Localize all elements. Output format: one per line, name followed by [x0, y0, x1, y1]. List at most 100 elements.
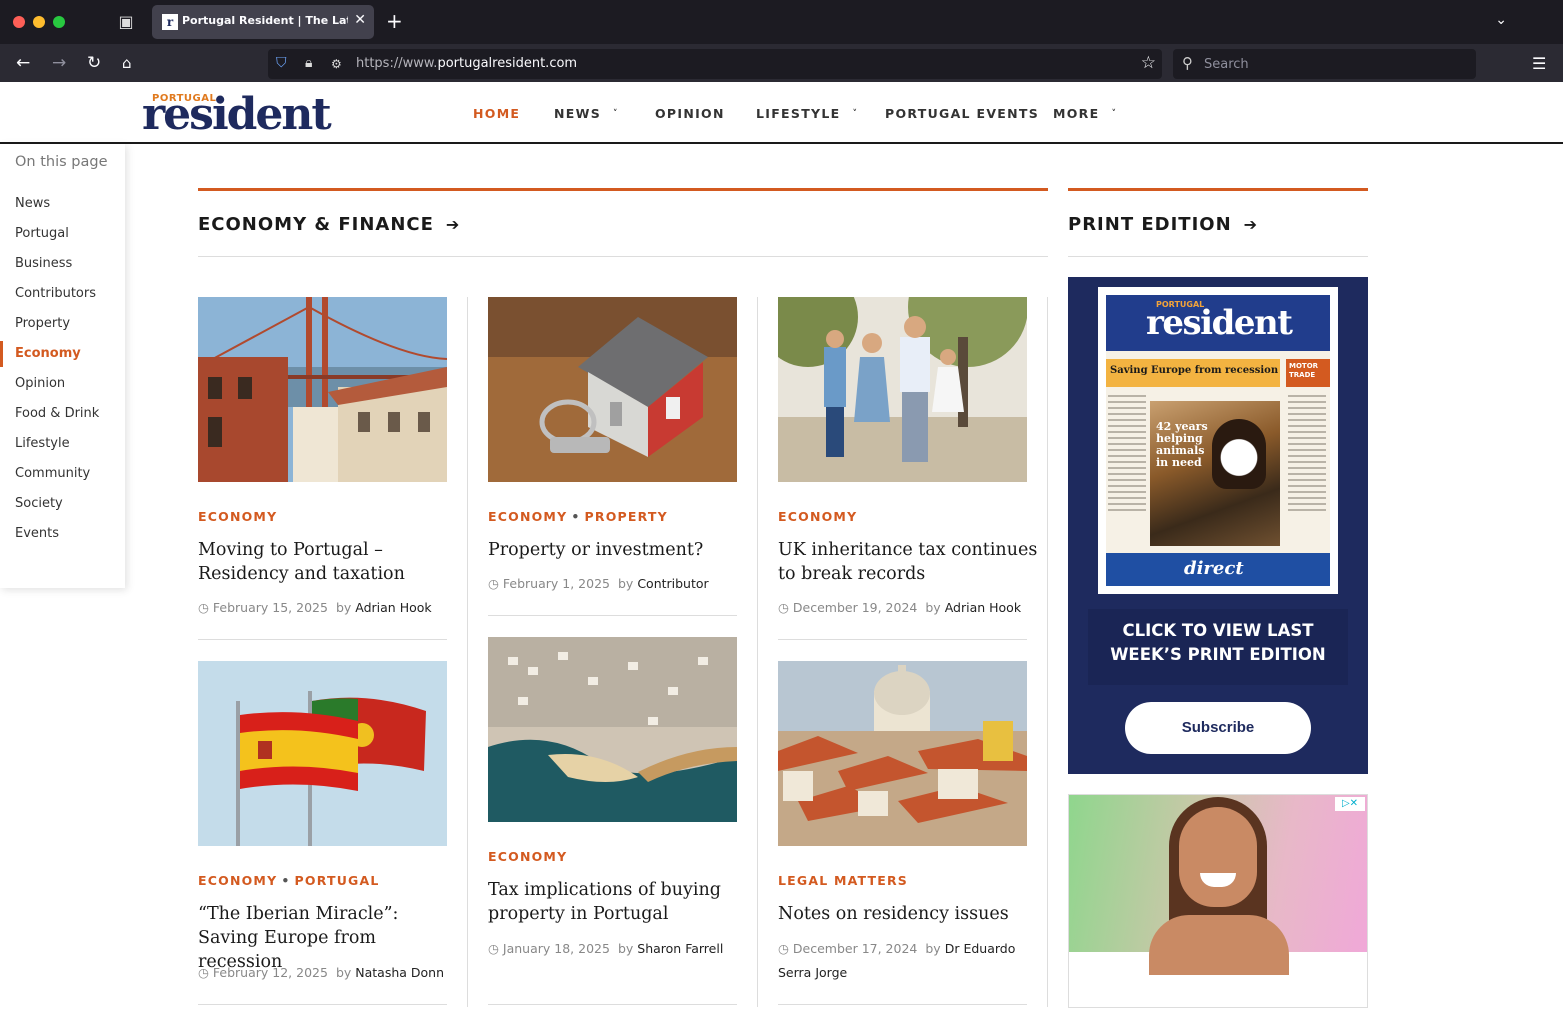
tab-overview-icon[interactable]: ▣ — [116, 12, 136, 32]
article-category[interactable]: ECONOMY — [488, 849, 567, 864]
toc-item-property[interactable]: Property — [15, 316, 70, 331]
adchoices-icon[interactable]: ▷✕ — [1335, 797, 1365, 811]
article-author[interactable]: Adrian Hook — [945, 600, 1021, 615]
site-header: resident PORTUGAL HOME NEWS ˅ OPINION LIF… — [0, 82, 1563, 144]
toc-active-indicator — [0, 341, 3, 367]
article-meta: ◷ February 15, 2025 by Adrian Hook — [198, 596, 447, 620]
subscribe-button[interactable]: Subscribe — [1125, 702, 1311, 754]
article-category[interactable]: ECONOMY • PROPERTY — [488, 509, 668, 524]
forward-arrow-icon[interactable]: → — [52, 53, 66, 73]
nav-home[interactable]: HOME — [473, 106, 520, 121]
toc-item-news[interactable]: News — [15, 196, 50, 211]
reload-icon[interactable]: ↻ — [87, 53, 101, 73]
bookmark-star-icon[interactable]: ☆ — [1141, 53, 1156, 73]
article-author[interactable]: Contributor — [637, 576, 708, 591]
cover-ad-direct: direct — [1184, 558, 1244, 579]
view-print-edition-link[interactable]: CLICK TO VIEW LAST WEEK’S PRINT EDITION — [1088, 619, 1348, 667]
print-divider — [1068, 256, 1368, 257]
nav-news[interactable]: NEWS ˅ — [554, 106, 619, 121]
clock-icon: ◷ — [488, 941, 499, 956]
home-icon[interactable]: ⌂ — [122, 53, 132, 73]
logo-portugal-text: PORTUGAL — [152, 93, 217, 104]
toc-item-lifestyle[interactable]: Lifestyle — [15, 436, 70, 451]
lock-icon[interactable]: 🔒︎ — [305, 55, 312, 71]
article-headline[interactable]: Moving to Portugal – Residency and taxat… — [198, 538, 458, 586]
toc-item-opinion[interactable]: Opinion — [15, 376, 65, 391]
article-headline[interactable]: UK inheritance tax continues to break re… — [778, 538, 1038, 586]
toc-item-community[interactable]: Community — [15, 466, 90, 481]
section-title-economy[interactable]: ECONOMY & FINANCE ➔ — [198, 214, 460, 235]
print-cover-image[interactable]: resident PORTUGAL Saving Europe from rec… — [1098, 287, 1338, 594]
browser-tab-bar: ▣ r Portugal Resident | The Latest News … — [0, 0, 1563, 44]
article-category[interactable]: ECONOMY — [198, 509, 277, 524]
article-thumbnail-lisbon-rooftops[interactable] — [778, 661, 1027, 846]
search-icon: ⚲ — [1182, 54, 1193, 72]
search-placeholder: Search — [1204, 57, 1249, 72]
maximize-window-button[interactable] — [53, 16, 65, 28]
permissions-icon[interactable]: ⚙ — [331, 57, 342, 71]
toc-item-events[interactable]: Events — [15, 526, 59, 541]
new-tab-button[interactable]: + — [386, 10, 403, 32]
url-text[interactable]: https://www.portugalresident.com — [356, 56, 577, 71]
nav-lifestyle[interactable]: LIFESTYLE ˅ — [756, 106, 858, 121]
back-arrow-icon[interactable]: ← — [16, 53, 30, 73]
advertisement[interactable]: ▷✕ — [1068, 794, 1368, 1008]
ad-image[interactable] — [1069, 795, 1367, 975]
favicon-icon: r — [162, 14, 178, 30]
article-date: December 19, 2024 — [792, 600, 918, 615]
column-divider — [757, 297, 758, 1007]
article-headline[interactable]: Notes on residency issues — [778, 902, 1038, 926]
article-category[interactable]: ECONOMY • PORTUGAL — [198, 873, 380, 888]
close-window-button[interactable] — [13, 16, 25, 28]
list-all-tabs-icon[interactable]: ⌄ — [1495, 12, 1507, 28]
article-category[interactable]: ECONOMY — [778, 509, 857, 524]
article-thumbnail-algarve-coast[interactable] — [488, 637, 737, 822]
nav-opinion[interactable]: OPINION — [655, 106, 725, 121]
toc-item-society[interactable]: Society — [15, 496, 63, 511]
chevron-down-icon: ˅ — [613, 109, 619, 119]
section-accent-rule — [198, 188, 1048, 191]
print-edition-panel: resident PORTUGAL Saving Europe from rec… — [1068, 277, 1368, 774]
nav-more[interactable]: MORE ˅ — [1053, 106, 1117, 121]
clock-icon: ◷ — [778, 941, 789, 956]
article-category[interactable]: LEGAL MATTERS — [778, 873, 908, 888]
article-thumbnail-lisbon-bridge[interactable] — [198, 297, 447, 482]
address-bar[interactable]: ⛉ 🔒︎ ⚙ https://www.portugalresident.com … — [268, 49, 1162, 79]
toc-item-portugal[interactable]: Portugal — [15, 226, 69, 241]
search-input[interactable]: ⚲ Search — [1173, 49, 1476, 79]
card-divider — [198, 1004, 447, 1005]
browser-tab-active[interactable]: r Portugal Resident | The Latest News ✕ — [152, 5, 374, 39]
article-thumbnail-family-walking[interactable] — [778, 297, 1027, 482]
article-headline[interactable]: Tax implications of buying property in P… — [488, 878, 748, 926]
article-meta: ◷ February 1, 2025 by Contributor — [488, 572, 737, 596]
article-author[interactable]: Adrian Hook — [355, 600, 431, 615]
card-divider — [488, 615, 737, 616]
toc-item-business[interactable]: Business — [15, 256, 72, 271]
card-divider — [488, 1004, 737, 1005]
toc-item-economy[interactable]: Economy — [15, 346, 81, 361]
article-author[interactable]: Natasha Donn — [355, 965, 444, 980]
arrow-right-icon: ➔ — [445, 215, 461, 234]
toc-item-contributors[interactable]: Contributors — [15, 286, 96, 301]
cover-headline: Saving Europe from recession — [1110, 365, 1279, 376]
dog-photo — [1212, 419, 1266, 489]
cover-photo-caption: 42 years helping animals in need — [1156, 420, 1208, 469]
app-menu-icon[interactable]: ☰ — [1532, 54, 1546, 73]
tracking-shield-icon[interactable]: ⛉ — [276, 55, 287, 71]
close-tab-icon[interactable]: ✕ — [354, 12, 366, 28]
section-title-print[interactable]: PRINT EDITION ➔ — [1068, 214, 1258, 235]
nav-portugal-events[interactable]: PORTUGAL EVENTS — [885, 106, 1039, 121]
minimize-window-button[interactable] — [33, 16, 45, 28]
byline-label: by — [335, 965, 352, 980]
column-divider — [1047, 297, 1048, 1007]
on-this-page-sidebar: On this page News Portugal Business Cont… — [0, 144, 125, 588]
article-thumbnail-flags[interactable] — [198, 661, 447, 846]
chevron-down-icon: ˅ — [1111, 109, 1118, 119]
toc-item-food-drink[interactable]: Food & Drink — [15, 406, 99, 421]
article-thumbnail-house-keys[interactable] — [488, 297, 737, 482]
article-author[interactable]: Sharon Farrell — [637, 941, 723, 956]
article-date: December 17, 2024 — [792, 941, 918, 956]
article-headline[interactable]: Property or investment? — [488, 538, 748, 562]
card-divider — [198, 639, 447, 640]
cover-masthead: resident — [1146, 303, 1293, 343]
